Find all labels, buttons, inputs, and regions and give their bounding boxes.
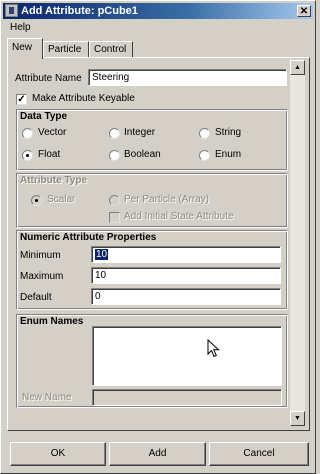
data-type-title: Data Type xyxy=(20,111,68,122)
keyable-checkbox[interactable]: ✓ xyxy=(16,94,27,105)
radio-integer-label: Integer xyxy=(124,127,156,138)
add-button[interactable]: Add xyxy=(109,442,206,466)
scroll-up-icon[interactable]: ▲ xyxy=(290,60,305,75)
radio-per-particle xyxy=(109,195,120,206)
data-type-group: Data Type xyxy=(16,109,288,171)
radio-string-label: String xyxy=(215,127,242,138)
attribute-type-title: Attribute Type xyxy=(20,175,88,186)
radio-integer[interactable] xyxy=(109,128,120,139)
cancel-button[interactable]: Cancel xyxy=(209,442,309,466)
menu-bar: Help xyxy=(3,21,313,35)
radio-vector[interactable] xyxy=(22,128,33,139)
scroll-down-icon[interactable]: ▼ xyxy=(290,411,305,426)
window-title: Add Attribute: pCube1 xyxy=(21,5,138,17)
default-value: 0 xyxy=(95,291,101,302)
maximum-value: 10 xyxy=(95,270,107,281)
initial-state-label: Add Initial State Attribute xyxy=(124,211,234,222)
mouse-cursor-icon xyxy=(207,339,220,358)
new-name-input xyxy=(92,389,282,406)
radio-string[interactable] xyxy=(199,128,210,139)
attribute-name-label: Attribute Name xyxy=(15,73,82,84)
app-icon xyxy=(5,4,18,17)
keyable-label: Make Attribute Keyable xyxy=(32,93,135,104)
new-name-label: New Name xyxy=(22,392,72,403)
radio-enum-label: Enum xyxy=(215,149,242,160)
radio-scalar xyxy=(31,195,42,206)
vertical-scrollbar[interactable]: ▲ ▼ xyxy=(290,60,305,426)
minimum-input[interactable]: 10 xyxy=(91,246,281,263)
radio-per-particle-label: Per Particle (Array) xyxy=(124,194,210,205)
default-input[interactable]: 0 xyxy=(91,288,281,305)
attribute-name-value: Steering xyxy=(92,72,130,83)
default-label: Default xyxy=(20,292,52,303)
enum-names-list[interactable] xyxy=(92,326,282,386)
radio-scalar-label: Scalar xyxy=(47,194,76,205)
radio-enum[interactable] xyxy=(199,150,210,161)
numeric-properties-title: Numeric Attribute Properties xyxy=(20,232,157,243)
minimum-label: Minimum xyxy=(20,250,61,261)
menu-help[interactable]: Help xyxy=(10,22,31,33)
ok-button[interactable]: OK xyxy=(10,442,106,466)
radio-boolean-label: Boolean xyxy=(124,149,161,160)
radio-float[interactable] xyxy=(22,150,33,161)
add-attribute-window: Add Attribute: pCube1 ✕ Help New Particl… xyxy=(0,0,316,474)
tab-particle[interactable]: Particle xyxy=(43,41,89,58)
maximum-label: Maximum xyxy=(20,271,64,282)
tab-strip: New Particle Control xyxy=(7,38,311,59)
attribute-name-input[interactable]: Steering xyxy=(88,69,287,86)
minimum-value: 10 xyxy=(95,249,109,260)
radio-float-label: Float xyxy=(38,149,61,160)
title-bar[interactable]: Add Attribute: pCube1 ✕ xyxy=(3,3,313,19)
tab-control[interactable]: Control xyxy=(89,41,133,58)
enum-names-title: Enum Names xyxy=(20,316,84,327)
tab-new[interactable]: New xyxy=(7,38,43,59)
radio-vector-label: Vector xyxy=(38,127,67,138)
maximum-input[interactable]: 10 xyxy=(91,267,281,284)
close-icon[interactable]: ✕ xyxy=(297,5,311,17)
initial-state-checkbox xyxy=(109,212,120,223)
radio-boolean[interactable] xyxy=(109,150,120,161)
